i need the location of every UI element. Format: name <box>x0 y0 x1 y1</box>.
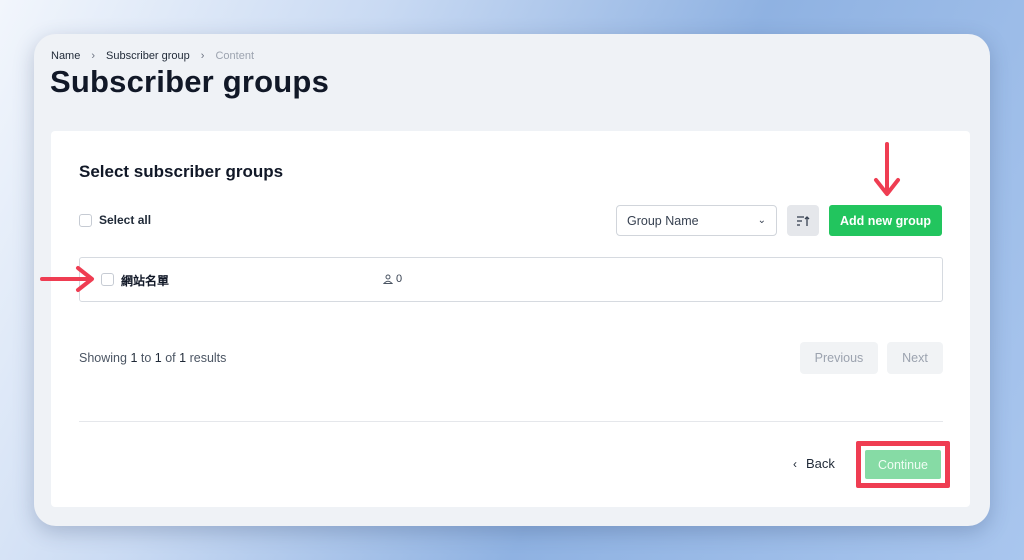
breadcrumb: Name › Subscriber group › Content <box>51 50 254 62</box>
back-label: Back <box>806 456 835 471</box>
member-count-value: 0 <box>396 273 403 285</box>
footer-divider <box>79 421 943 422</box>
pagination-prefix: Showing <box>79 351 127 365</box>
chevron-right-icon: › <box>91 50 96 62</box>
chevron-right-icon: › <box>200 50 205 62</box>
next-page-button[interactable]: Next <box>887 342 943 374</box>
sort-icon <box>797 215 810 226</box>
select-all-checkbox[interactable]: Select all <box>79 213 151 227</box>
pagination-from: 1 <box>130 351 138 365</box>
breadcrumb-content: Content <box>215 50 254 62</box>
continue-highlight-box: Continue <box>856 441 950 488</box>
continue-button[interactable]: Continue <box>865 450 941 479</box>
select-all-box[interactable] <box>79 213 92 227</box>
pagination-of-word: of <box>165 351 176 365</box>
chevron-left-icon: ‹ <box>793 456 797 471</box>
previous-page-button[interactable]: Previous <box>800 342 878 374</box>
pagination-summary: Showing 1 to 1 of 1 results <box>79 351 226 365</box>
breadcrumb-subscriber-group[interactable]: Subscriber group <box>106 50 190 62</box>
group-name: 網站名單 <box>121 274 170 288</box>
annotation-arrow-right <box>40 266 94 292</box>
pagination-to: 1 <box>154 351 162 365</box>
app-window: Name › Subscriber group › Content Subscr… <box>34 34 990 526</box>
chevron-down-icon: ⌄ <box>757 215 766 226</box>
group-row[interactable]: 網站名單 0 <box>79 257 943 302</box>
pagination-to-word: to <box>140 351 152 365</box>
member-count: 0 <box>383 273 402 285</box>
annotation-arrow-down <box>874 142 900 196</box>
page-title: Subscriber groups <box>50 64 330 99</box>
breadcrumb-name[interactable]: Name <box>51 50 80 62</box>
sort-direction-button[interactable] <box>787 205 819 236</box>
sort-select-value: Group Name <box>627 213 699 228</box>
group-checkbox[interactable] <box>101 273 114 286</box>
back-button[interactable]: ‹ Back <box>793 456 835 471</box>
select-groups-card: Select subscriber groups Select all Grou… <box>51 131 970 507</box>
sort-by-select[interactable]: Group Name ⌄ <box>616 205 777 236</box>
user-icon <box>383 274 393 284</box>
pagination-total: 1 <box>179 351 187 365</box>
select-all-label: Select all <box>99 213 152 227</box>
pagination-suffix: results <box>189 351 227 365</box>
add-new-group-button[interactable]: Add new group <box>829 205 942 236</box>
card-title: Select subscriber groups <box>79 162 284 181</box>
